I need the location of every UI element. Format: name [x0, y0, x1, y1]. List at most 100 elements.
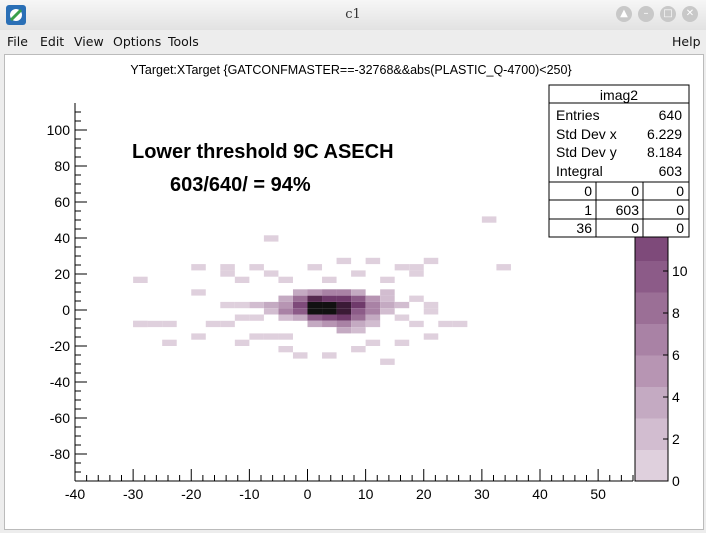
histogram-bin	[220, 270, 235, 277]
histogram-bin	[278, 346, 293, 353]
histogram-bin	[249, 314, 264, 321]
stats-name: imag2	[600, 87, 638, 103]
histogram-bin	[234, 301, 250, 309]
histogram-bin	[322, 276, 337, 283]
histogram-bin	[351, 301, 366, 309]
palette-swatch	[635, 449, 668, 482]
histogram-plot: YTarget:XTarget {GATCONFMASTER==-32768&&…	[47, 63, 690, 502]
histogram-bin	[336, 295, 352, 302]
palette-swatch	[635, 323, 668, 356]
histogram-bin	[351, 270, 366, 277]
stats-cell: 0	[676, 202, 684, 218]
menu-file[interactable]: File	[7, 34, 28, 49]
histogram-bin	[423, 301, 439, 309]
palette-swatch	[635, 386, 668, 419]
palette-tick-label: 10	[672, 263, 688, 279]
histogram-bin	[307, 301, 323, 309]
window-minimize-icon[interactable]: –	[638, 6, 654, 22]
histogram-bin	[162, 339, 177, 346]
palette-tick-label: 0	[672, 473, 680, 489]
stats-cell: 0	[631, 220, 639, 236]
stats-value: 640	[659, 107, 683, 123]
histogram-bin	[336, 257, 352, 265]
plot-canvas[interactable]: YTarget:XTarget {GATCONFMASTER==-32768&&…	[4, 54, 704, 530]
histogram-bin	[365, 295, 381, 302]
histogram-bin	[191, 333, 206, 340]
y-tick-label: 0	[62, 302, 70, 318]
histogram-bin	[263, 301, 279, 309]
histogram-bin	[278, 308, 293, 315]
histogram-bin	[234, 314, 250, 321]
x-tick-label: 50	[590, 486, 606, 502]
histogram-bin	[322, 352, 337, 359]
histogram-bin	[322, 314, 337, 321]
histogram-bin	[380, 295, 395, 302]
histogram-bin	[249, 301, 264, 309]
histogram-bin	[351, 289, 366, 296]
histogram-bin	[409, 320, 424, 328]
y-tick-label: 80	[54, 158, 70, 174]
stats-value: 8.184	[647, 144, 682, 160]
stats-cell: 36	[576, 220, 592, 236]
y-tick-label: -40	[50, 374, 70, 390]
x-tick-label: -40	[65, 486, 85, 502]
window-maximize-icon[interactable]: □	[660, 6, 676, 22]
histogram-bin	[263, 308, 279, 315]
histogram-bin	[409, 295, 424, 302]
histogram-bin	[307, 264, 323, 271]
histogram-bin	[220, 264, 235, 271]
menu-view[interactable]: View	[74, 34, 104, 49]
stats-value: 6.229	[647, 126, 682, 142]
window-close-icon[interactable]: ✕	[682, 6, 698, 22]
palette-tick-label: 4	[672, 389, 680, 405]
histogram-bin	[351, 346, 366, 353]
histogram-bin	[336, 289, 352, 296]
menu-help[interactable]: Help	[672, 34, 701, 49]
histogram-bin	[292, 295, 308, 302]
y-tick-label: 100	[47, 122, 71, 138]
histogram-bin	[147, 320, 163, 328]
histogram-bin	[380, 358, 395, 365]
window-title: c1	[345, 7, 361, 22]
stats-label: Integral	[556, 163, 603, 179]
histogram-bin	[380, 276, 395, 283]
histogram-bin	[351, 327, 366, 334]
menu-edit[interactable]: Edit	[40, 34, 64, 49]
histogram-bin	[278, 314, 293, 321]
histogram-bin	[380, 289, 395, 296]
palette-tick-label: 8	[672, 305, 680, 321]
histogram-bin	[234, 276, 250, 283]
window-up-icon[interactable]: ▲	[616, 6, 632, 22]
histogram-bin	[191, 289, 206, 296]
histogram-bin	[249, 264, 264, 271]
x-tick-label: 30	[474, 486, 490, 502]
y-tick-label: 40	[54, 230, 70, 246]
histogram-bin	[423, 257, 439, 265]
y-tick-label: 20	[54, 266, 70, 282]
palette-tick-label: 2	[672, 431, 680, 447]
histogram-bin	[263, 235, 279, 242]
histogram-bin	[322, 295, 337, 302]
menubar: File Edit View Options Tools Help	[0, 30, 706, 52]
menu-tools[interactable]: Tools	[168, 34, 199, 49]
stats-box[interactable]: imag2 Entries 640 Std Dev x 6.229 Std De…	[548, 84, 690, 238]
menu-options[interactable]: Options	[113, 34, 161, 49]
stats-label: Std Dev x	[556, 126, 617, 142]
histogram-bin	[365, 320, 381, 328]
histogram-bin	[292, 301, 308, 309]
stats-cell: 0	[631, 183, 639, 199]
stats-cell: 1	[584, 202, 592, 218]
palette-swatch	[635, 418, 668, 450]
histogram-bin	[336, 314, 352, 321]
histogram-bin	[322, 320, 337, 328]
stats-label: Entries	[556, 107, 600, 123]
window-titlebar[interactable]: c1 ▲ – □ ✕	[0, 0, 706, 31]
x-tick-label: 40	[532, 486, 548, 502]
histogram-bin	[220, 320, 235, 328]
histogram-bin	[133, 320, 148, 328]
histogram-bin	[278, 295, 293, 302]
annotation-efficiency: 603/640/ = 94%	[170, 174, 311, 196]
annotation-threshold: Lower threshold 9C ASECH	[132, 141, 394, 163]
histogram-bin	[365, 314, 381, 321]
histogram-bin	[322, 301, 337, 309]
